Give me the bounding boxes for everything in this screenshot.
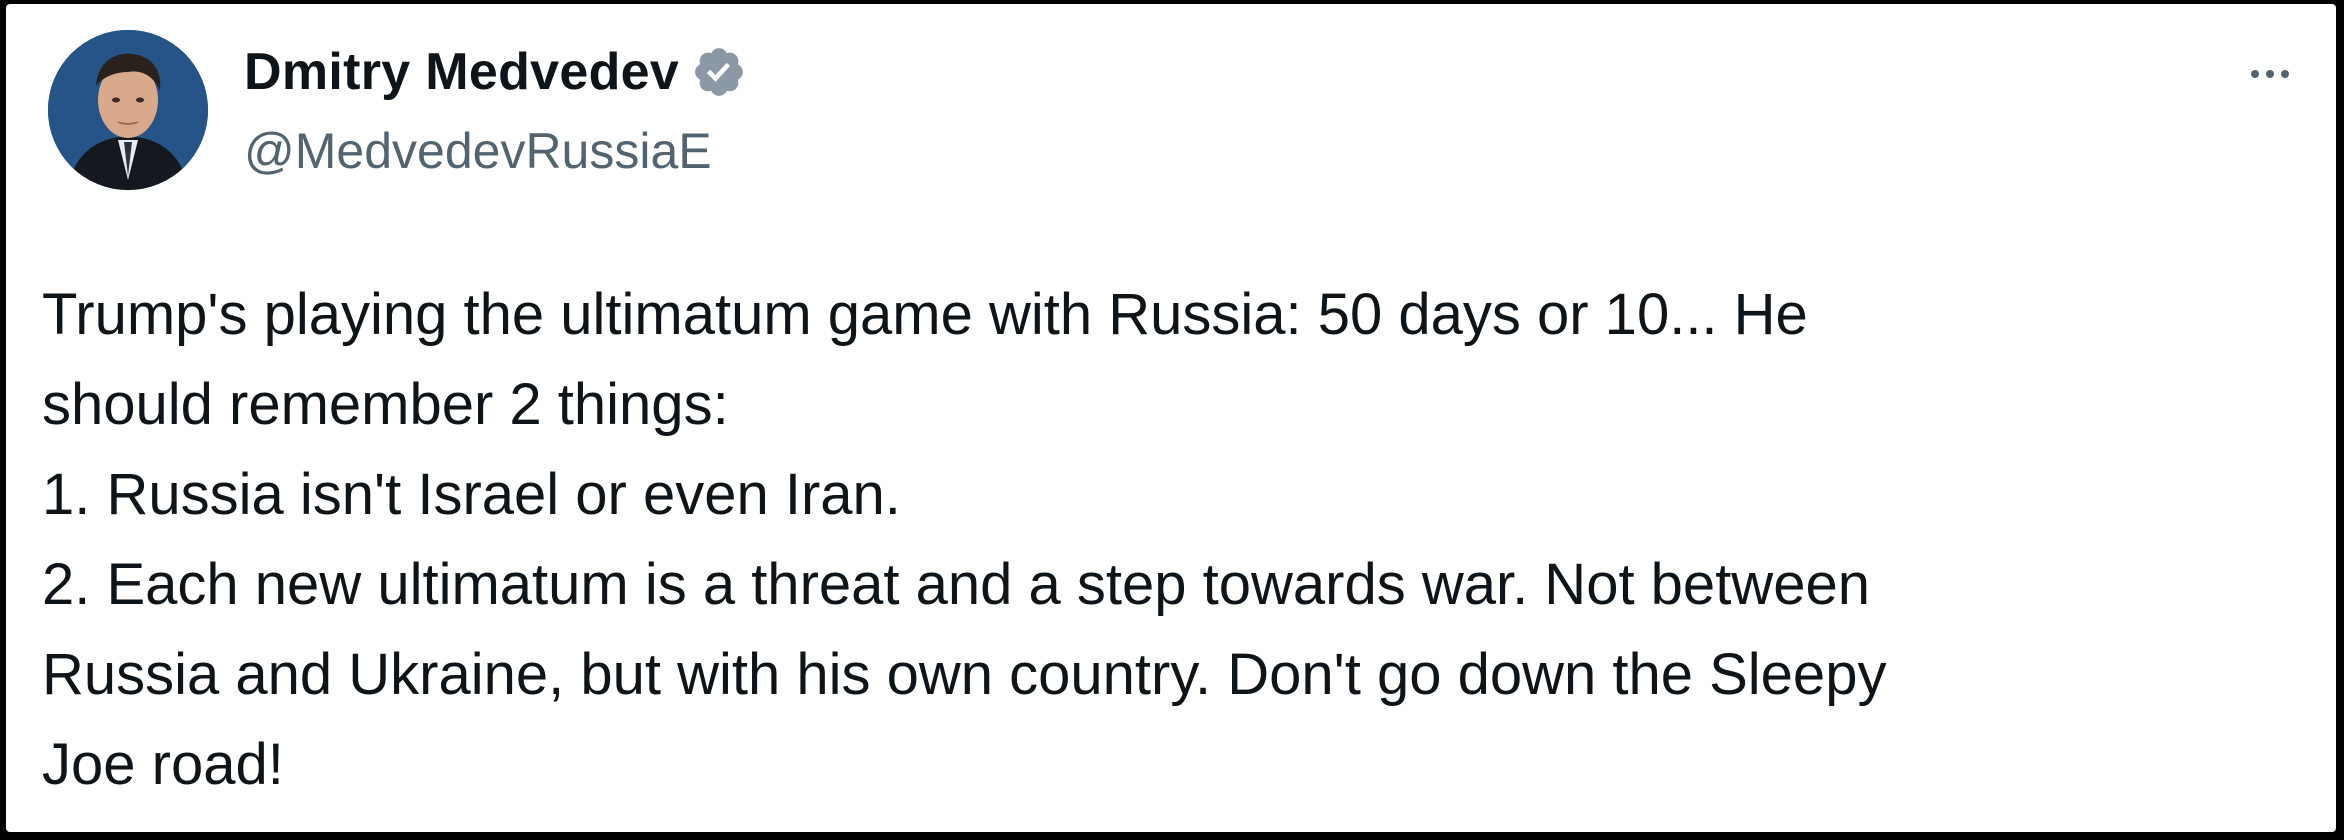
tweet-text: Trump's playing the ultimatum game with … [42, 270, 2312, 810]
tweet-line: 1. Russia isn't Israel or even Iran. [42, 462, 901, 527]
author-name-row: Dmitry Medvedev [244, 32, 747, 112]
tweet-line: should remember 2 things: [42, 372, 729, 437]
profile-photo-icon [48, 30, 208, 190]
tweet-line: Joe road! [42, 732, 284, 797]
verified-badge-icon [691, 44, 747, 100]
tweet-card: Dmitry Medvedev @MedvedevRussiaE Trump's… [6, 4, 2336, 832]
more-options-dot [2266, 70, 2274, 78]
more-options-button[interactable] [2230, 44, 2310, 104]
tweet-line: 2. Each new ultimatum is a threat and a … [42, 552, 1870, 617]
more-options-icon [2251, 70, 2259, 78]
more-options-dot [2281, 70, 2289, 78]
tweet-line: Russia and Ukraine, but with his own cou… [42, 642, 1887, 707]
author-display-name[interactable]: Dmitry Medvedev [244, 42, 679, 102]
author-handle[interactable]: @MedvedevRussiaE [244, 122, 712, 180]
avatar[interactable] [48, 30, 208, 190]
tweet-line: Trump's playing the ultimatum game with … [42, 282, 1808, 347]
